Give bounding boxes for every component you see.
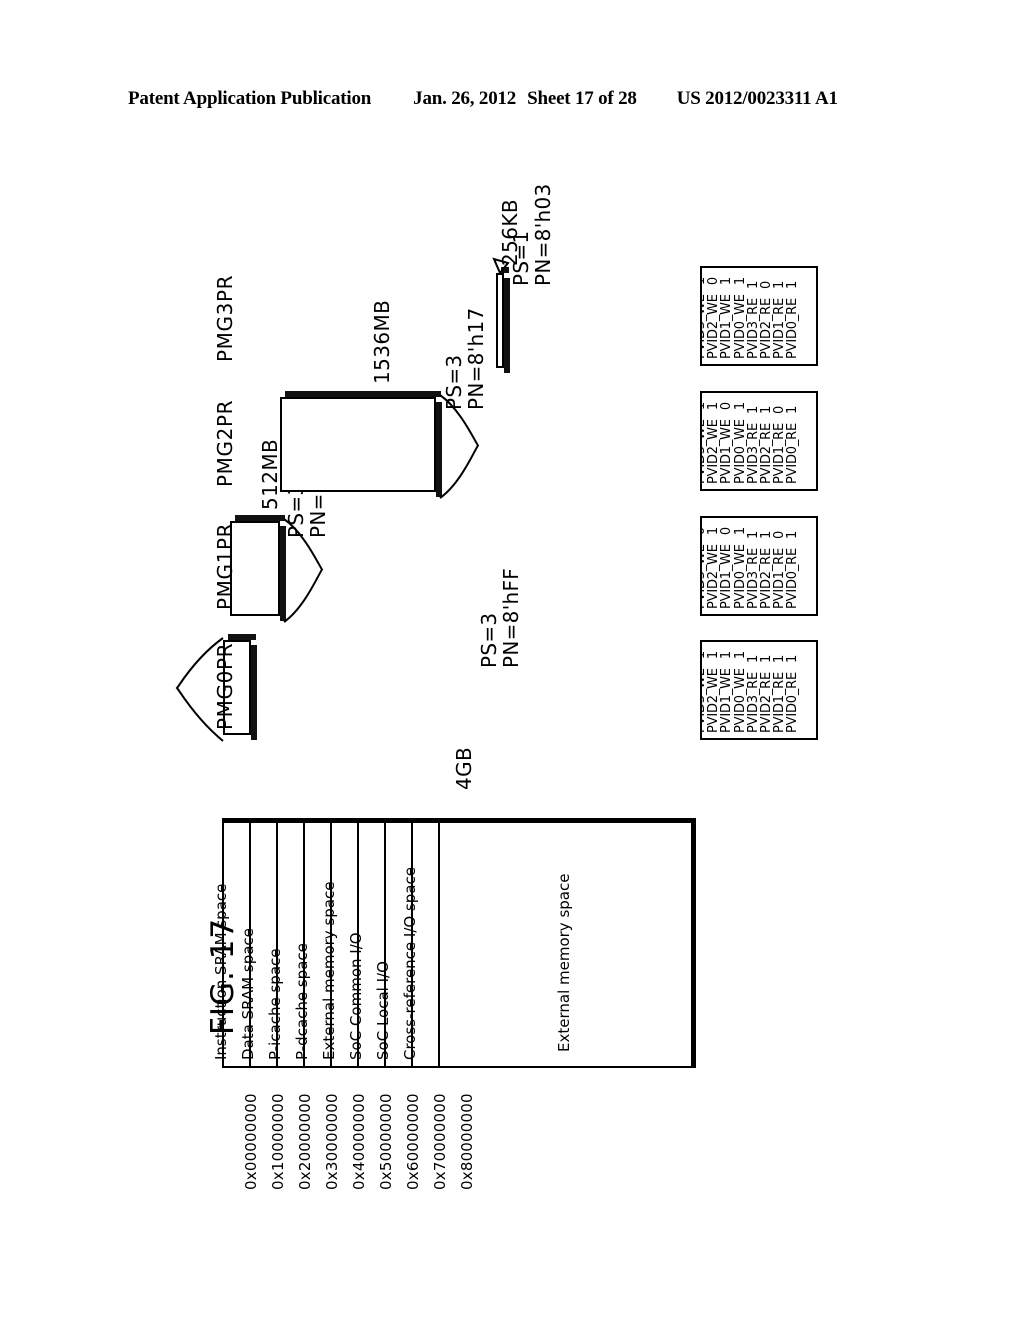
memory-map-address-label: 0x60000000 [404, 1093, 422, 1190]
pmg-size-brace [175, 637, 224, 742]
pmg-block-size-label: 512MB [258, 438, 282, 510]
pmg-block-name: PMG1PR [213, 522, 237, 610]
pvid-register-entry: PVID0_RE 1 [785, 281, 800, 359]
memory-map-address-label: 0x80000000 [458, 1093, 476, 1190]
memory-map-address-label: 0x00000000 [242, 1093, 260, 1190]
figure-17-drawing: FIG. 17 Instruction SRAM space Data SRAM … [0, 0, 1024, 1320]
pvid-register-value: 1 [785, 405, 801, 414]
pvid-register-box: PVID3_WE0PVID2_WE1PVID1_WE0PVID0_WE1PVID… [700, 516, 818, 616]
pvid-register-entry: PVID0_RE 1 [785, 406, 800, 484]
memory-map-row-label: SoC Local I/O [374, 961, 392, 1060]
pvid-register-list: PVID3_WE0PVID2_WE1PVID1_WE0PVID0_WE1PVID… [702, 518, 816, 614]
pmg-memory-block [496, 267, 510, 373]
memory-map-row-label: External memory space [320, 881, 338, 1060]
pvid-register-value: 1 [785, 654, 801, 663]
memory-map-row-label: External memory space [555, 873, 573, 1052]
pmg-memory-block [230, 515, 286, 621]
pmg-size-brace [283, 518, 324, 623]
pvid-register-value: 1 [785, 280, 801, 289]
pmg-block-face [496, 273, 504, 368]
pvid-register-list: PVID3_WE1PVID2_WE1PVID1_WE1PVID0_WE1PVID… [702, 642, 816, 738]
pmg-block-name: PMG2PR [213, 399, 237, 487]
pvid-register-box: PVID3_WE1PVID2_WE0PVID1_WE1PVID0_WE1PVID… [700, 266, 818, 366]
pvid-register-name: PVID0_RE [785, 423, 801, 484]
pmg-block-side-edge [504, 278, 510, 373]
memory-map-address-label: 0x30000000 [323, 1093, 341, 1190]
pvid-register-box: PVID3_WE1PVID2_WE1PVID1_WE0PVID0_WE1PVID… [700, 391, 818, 491]
pvid-register-entry: PVID0_RE 1 [785, 531, 800, 609]
pmg-block-face [280, 397, 436, 492]
memory-map-table: Instruction SRAM space Data SRAM space P-i… [212, 818, 696, 1068]
memory-map-row-label: Data SRAM space [239, 928, 257, 1060]
memory-map-address-column: 0x00000000 0x10000000 0x20000000 0x30000000… [222, 1072, 696, 1192]
memory-map-address-label: 0x40000000 [350, 1093, 368, 1190]
pvid-register-name: PVID0_RE [785, 298, 801, 359]
pmg-page-number-value: PN=8'hFF [499, 567, 524, 668]
pmg-size-pointer-arrow [492, 257, 510, 275]
memory-map-row: Cross-reference I/O space [401, 823, 440, 1066]
pvid-register-name: PVID0_RE [785, 548, 801, 609]
pmg-page-size-value: PS=3 [477, 612, 501, 668]
memory-map-row-label: Instruction SRAM space [212, 883, 230, 1060]
pmg-size-brace [439, 394, 480, 499]
pmg-memory-block [280, 391, 442, 497]
pvid-register-entry: PVID0_RE 1 [785, 655, 800, 733]
pvid-register-name: PVID0_RE [785, 672, 801, 733]
pmg-block-face [230, 521, 280, 616]
memory-map-row-label: P-icache space [266, 948, 284, 1061]
memory-map-address-label: 0x50000000 [377, 1093, 395, 1190]
pmg-block-annotation: PS=3 PN=8'hFF [477, 567, 524, 668]
memory-map-row-label: P-dcache space [293, 943, 311, 1060]
pmg-page-number-value: PN=8'h03 [531, 183, 556, 286]
memory-map-row: External memory space [440, 823, 690, 1066]
pvid-register-list: PVID3_WE1PVID2_WE0PVID1_WE1PVID0_WE1PVID… [702, 268, 816, 364]
memory-map-row-label: Cross-reference I/O space [401, 867, 419, 1060]
pmg-block-size-label: 1536MB [370, 299, 394, 384]
pvid-register-list: PVID3_WE1PVID2_WE1PVID1_WE0PVID0_WE1PVID… [702, 393, 816, 489]
pvid-register-box: PVID3_WE1PVID2_WE1PVID1_WE1PVID0_WE1PVID… [700, 640, 818, 740]
pmg-block-side-edge [251, 645, 257, 740]
pmg-block-name: PMG3PR [213, 274, 237, 362]
memory-map-address-label: 0x10000000 [269, 1093, 287, 1190]
pmg-block-size-label: 4GB [452, 746, 476, 790]
pvid-register-value: 1 [785, 530, 801, 539]
memory-map-address-label: 0x70000000 [431, 1093, 449, 1190]
memory-map-row-label: SoC Common I/O [347, 932, 365, 1060]
memory-map-address-label: 0x20000000 [296, 1093, 314, 1190]
